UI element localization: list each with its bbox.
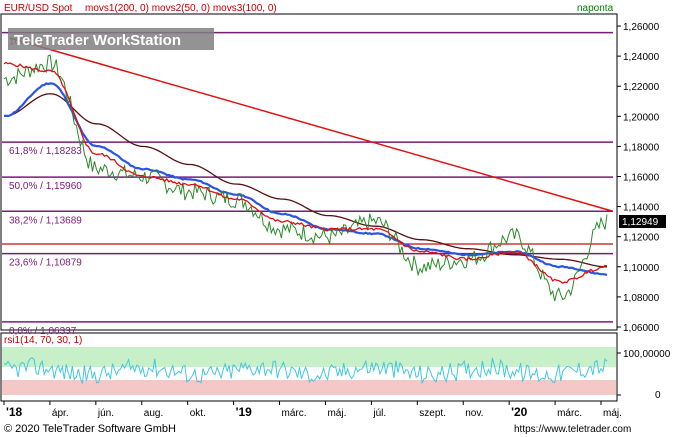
price-tick-label: 1,10000 — [623, 263, 660, 274]
price-tick-label: 1,18000 — [623, 142, 660, 153]
current-price: 1,12949 — [622, 217, 659, 228]
time-tick-label: máj. — [603, 408, 622, 419]
rsi-label[interactable]: rsi1(14, 70, 30, 1) — [4, 335, 82, 346]
time-tick-label: aug. — [144, 408, 163, 419]
price-tick-label: 1,12000 — [623, 233, 660, 244]
fib-label: 23,6% / 1,10879 — [9, 258, 82, 269]
price-tick-label: 1,16000 — [623, 173, 660, 184]
price-tick-label: 1,20000 — [623, 112, 660, 123]
instrument-title[interactable]: EUR/USD Spot — [4, 3, 73, 14]
copyright: © 2020 TeleTrader Software GmbH — [4, 423, 176, 435]
price-tick-label: 1,26000 — [623, 22, 660, 33]
time-tick-label: nov. — [465, 408, 483, 419]
time-tick-label: '19 — [236, 405, 253, 419]
time-tick-label: jún. — [97, 408, 114, 419]
rsi-tick-0: 0 — [655, 390, 661, 401]
rsi-tick-100: 100,00000 — [623, 349, 671, 360]
time-tick-label: okt. — [190, 408, 206, 419]
price-tick-label: 1,06000 — [623, 323, 660, 334]
time-tick-label: júl. — [372, 408, 386, 419]
price-tick-label: 1,22000 — [623, 82, 660, 93]
period-label[interactable]: naponta — [577, 3, 614, 14]
fib-label: 61,8% / 1,18283 — [9, 146, 82, 157]
time-tick-label: márc. — [557, 408, 582, 419]
footer-url[interactable]: https://www.teletrader.com — [514, 424, 631, 435]
time-tick-label: szept. — [419, 408, 446, 419]
watermark: TeleTrader WorkStation — [14, 32, 181, 49]
time-tick-label: '18 — [6, 405, 23, 419]
price-tick-label: 1,08000 — [623, 293, 660, 304]
indicators-label[interactable]: movs1(200, 0) movs2(50, 0) movs3(100, 0) — [85, 3, 277, 14]
time-tick-label: márc. — [282, 408, 307, 419]
chart-window: 1,26000 1,24000 1,22000 1,20000 1,18000 1,160… — [0, 0, 679, 437]
rsi-oversold-band — [2, 380, 616, 395]
time-tick-label: máj. — [327, 408, 346, 419]
fib-label: 50,0% / 1,15960 — [9, 181, 82, 192]
price-tick-label: 1,14000 — [623, 203, 660, 214]
fib-label: 38,2% / 1,13689 — [9, 215, 82, 226]
rsi-overbought-band — [2, 347, 616, 367]
price-tick-label: 1,24000 — [623, 52, 660, 63]
time-tick-label: ápr. — [52, 408, 69, 419]
time-tick-label: '20 — [511, 405, 528, 419]
